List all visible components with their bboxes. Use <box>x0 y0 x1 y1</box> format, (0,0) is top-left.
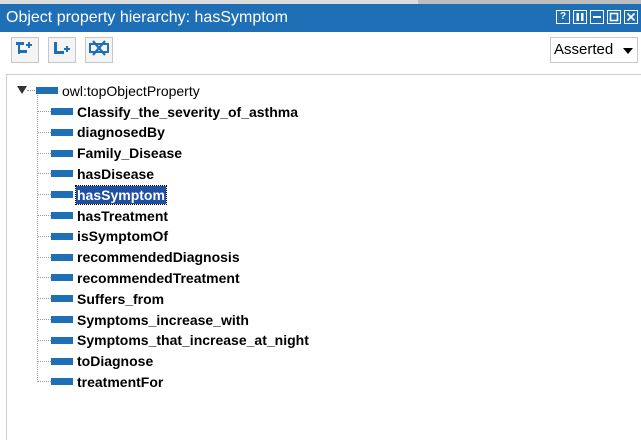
object-property-icon <box>51 378 73 386</box>
tree-item[interactable]: Family_Disease <box>38 143 183 164</box>
tree-item[interactable]: toDiagnose <box>38 351 154 372</box>
tree-item-label: Symptoms_that_increase_at_night <box>77 332 309 349</box>
tree-item[interactable]: hasDisease <box>38 163 155 184</box>
object-property-icon <box>51 357 73 365</box>
add-subproperty-icon <box>15 40 35 61</box>
delete-property-icon <box>89 39 109 61</box>
tree-item-label: recommendedTreatment <box>77 269 240 286</box>
delete-property-button[interactable] <box>85 37 113 63</box>
tree-item-label: diagnosedBy <box>77 124 165 141</box>
object-property-icon <box>51 295 73 303</box>
object-property-icon <box>51 108 73 115</box>
tree-item-label: recommendedDiagnosis <box>77 249 240 266</box>
object-property-icon <box>51 149 73 157</box>
add-sibling-property-button[interactable] <box>48 37 76 63</box>
tree-item[interactable]: Symptoms_that_increase_at_night <box>38 330 310 351</box>
tree-item[interactable]: recommendedDiagnosis <box>38 247 241 268</box>
add-subproperty-button[interactable] <box>11 37 39 63</box>
tree-root-label: owl:topObjectProperty <box>62 82 200 99</box>
object-property-icon <box>51 191 73 199</box>
tree-item[interactable]: Classify_the_severity_of_asthma <box>38 101 299 122</box>
tree-item[interactable]: Suffers_from <box>38 288 165 309</box>
view-title: Object property hierarchy: hasSymptom <box>6 9 288 26</box>
tree-item[interactable]: treatmentFor <box>38 371 164 392</box>
tree-item-label: Symptoms_increase_with <box>77 311 249 328</box>
object-property-icon <box>51 274 73 282</box>
object-property-icon <box>51 212 73 219</box>
tree-item-label: Classify_the_severity_of_asthma <box>77 103 299 120</box>
tree-item-label: Family_Disease <box>77 145 183 162</box>
tree-item[interactable]: hasSymptom <box>38 184 167 205</box>
collapse-toggle-icon[interactable] <box>17 86 27 94</box>
tree-item[interactable]: Symptoms_increase_with <box>38 309 250 330</box>
select-value: Asserted <box>554 41 614 58</box>
tree-root[interactable]: owl:topObjectProperty <box>27 80 201 101</box>
object-property-hierarchy-view: Object property hierarchy: hasSymptom ? <box>0 0 641 440</box>
help-icon[interactable]: ? <box>556 10 570 24</box>
tree-item-label: hasTreatment <box>77 207 169 224</box>
tree-item[interactable]: isSymptomOf <box>38 226 169 247</box>
tree-item[interactable]: hasTreatment <box>38 205 169 226</box>
toolbar: Asserted <box>0 32 641 70</box>
tree-item-label: hasDisease <box>77 165 155 182</box>
object-property-icon <box>36 87 58 94</box>
view-title-bar: Object property hierarchy: hasSymptom ? <box>0 4 641 32</box>
minimize-icon[interactable] <box>590 10 604 24</box>
tree-item-label: treatmentFor <box>77 373 164 390</box>
object-property-icon <box>51 316 73 323</box>
tree-item-label: isSymptomOf <box>77 228 169 245</box>
tree-item[interactable]: recommendedTreatment <box>38 267 241 288</box>
object-property-icon <box>51 170 73 178</box>
tree-item-label: hasSymptom <box>75 184 167 205</box>
object-property-icon <box>51 253 73 261</box>
maximize-icon[interactable] <box>607 10 621 24</box>
object-property-icon <box>51 232 73 240</box>
object-property-icon <box>51 336 73 344</box>
chevron-down-icon <box>623 48 633 54</box>
tree-item-label: Suffers_from <box>77 290 165 307</box>
tree-item-label: toDiagnose <box>77 353 154 370</box>
tree-item[interactable]: diagnosedBy <box>38 122 166 143</box>
view-window-buttons: ? <box>556 10 638 24</box>
pin-icon[interactable] <box>573 10 587 24</box>
add-sibling-property-icon <box>52 40 72 61</box>
object-property-icon <box>51 128 73 136</box>
asserted-inferred-select[interactable]: Asserted <box>550 37 638 63</box>
close-icon[interactable] <box>624 10 638 24</box>
